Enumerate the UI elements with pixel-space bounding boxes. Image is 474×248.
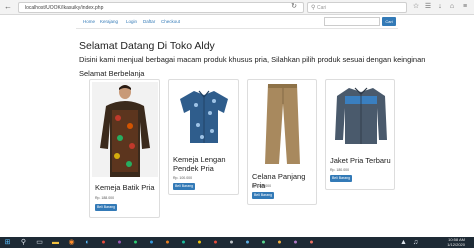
browser-toolbar: ← localhost/UOOK/Ikasuiky/index.php ↻ ⚲ …: [0, 0, 474, 15]
app-icon[interactable]: ●: [162, 238, 173, 247]
browser-search-placeholder: Cari: [317, 5, 327, 11]
address-bar[interactable]: localhost/UOOK/Ikasuiky/index.php: [18, 2, 304, 13]
app-icon[interactable]: ●: [194, 238, 205, 247]
menu-icon[interactable]: ≡: [461, 3, 469, 11]
subheading-text: Selamat Berbelanja: [79, 69, 145, 78]
intro-text: Disini kami menjual berbagai macam produ…: [79, 55, 426, 64]
product-price: Rp. 180.000: [330, 168, 350, 172]
product-title: Kemeja Batik Pria: [95, 183, 155, 192]
product-image-short-sleeve-shirt[interactable]: [172, 83, 236, 147]
buy-button[interactable]: Beli Barang: [252, 192, 274, 199]
app-icon[interactable]: ●: [290, 238, 301, 247]
product-image-jacket[interactable]: [329, 82, 393, 146]
site-search-button[interactable]: Cari: [382, 17, 396, 26]
nav-link-login[interactable]: Login: [126, 19, 137, 24]
product-card: Jaket Pria Terbaru Rp. 180.000 Beli Bara…: [325, 79, 395, 190]
reload-icon[interactable]: ↻: [290, 3, 298, 11]
nav-link-home[interactable]: Home: [83, 19, 95, 24]
search-icon[interactable]: ⚲: [18, 238, 29, 247]
nav-link-kerajang[interactable]: Kerajang: [100, 19, 118, 24]
clock-date: 1/12/2020: [447, 241, 465, 247]
volume-icon[interactable]: ♫: [410, 238, 421, 247]
edge-icon[interactable]: ◐: [82, 238, 93, 247]
product-price: Rp. 188.000: [95, 196, 115, 200]
buy-button[interactable]: Beli Barang: [95, 204, 117, 211]
site-search-input[interactable]: [324, 17, 380, 26]
app-icon[interactable]: ●: [226, 238, 237, 247]
app-icon[interactable]: ●: [98, 238, 109, 247]
product-price: Rp. 155.000: [252, 184, 272, 188]
home-icon[interactable]: ⌂: [448, 3, 456, 11]
star-icon[interactable]: ☆: [412, 3, 420, 11]
task-view-icon[interactable]: ▭: [34, 238, 45, 247]
app-icon[interactable]: ●: [274, 238, 285, 247]
nav-link-daftar[interactable]: Daftar: [143, 19, 155, 24]
product-card: Kemeja Batik Pria Rp. 188.000 Beli Baran…: [89, 79, 160, 218]
file-explorer-icon[interactable]: ▬: [50, 238, 61, 247]
system-clock[interactable]: 10:58 AM 1/12/2020: [447, 237, 465, 247]
app-icon[interactable]: ●: [146, 238, 157, 247]
start-icon[interactable]: ⊞: [2, 238, 13, 247]
app-icon[interactable]: ●: [306, 238, 317, 247]
product-image-batik-shirt[interactable]: [92, 82, 158, 177]
browser-search-box[interactable]: ⚲ Cari: [307, 2, 407, 13]
page-title: Selamat Datang Di Toko Aldy: [79, 40, 215, 52]
product-title: Kemeja Lengan Pendek Pria: [173, 155, 226, 173]
app-icon[interactable]: ●: [242, 238, 253, 247]
app-icon[interactable]: ●: [210, 238, 221, 247]
product-title: Jaket Pria Terbaru: [330, 156, 391, 165]
app-icon[interactable]: ●: [178, 238, 189, 247]
address-bar-url: localhost/UOOK/Ikasuiky/index.php: [25, 5, 104, 11]
product-card: Celana Panjang Pria Rp. 155.000 Beli Bar…: [247, 79, 317, 205]
app-icon[interactable]: ●: [258, 238, 269, 247]
taskbar: ⊞ ⚲ ▭ ▬ ◉ ◐ ● ● ● ● ● ● ● ● ● ● ● ● ● ● …: [0, 237, 474, 248]
search-icon: ⚲: [311, 5, 316, 11]
app-icon[interactable]: ●: [114, 238, 125, 247]
nav-link-checkout[interactable]: Checkout: [161, 19, 180, 24]
firefox-icon[interactable]: ◉: [66, 238, 77, 247]
back-arrow-icon[interactable]: ←: [3, 2, 13, 12]
product-card: Kemeja Lengan Pendek Pria Rp. 100.000 Be…: [168, 79, 239, 195]
download-icon[interactable]: ↓: [436, 3, 444, 11]
product-image-trousers[interactable]: [250, 82, 315, 166]
app-icon[interactable]: ●: [130, 238, 141, 247]
buy-button[interactable]: Beli Barang: [173, 183, 195, 190]
network-icon[interactable]: ▲: [398, 238, 409, 247]
product-price: Rp. 100.000: [173, 176, 193, 180]
buy-button[interactable]: Beli Barang: [330, 175, 352, 182]
bookmarks-icon[interactable]: ☰: [424, 3, 432, 11]
